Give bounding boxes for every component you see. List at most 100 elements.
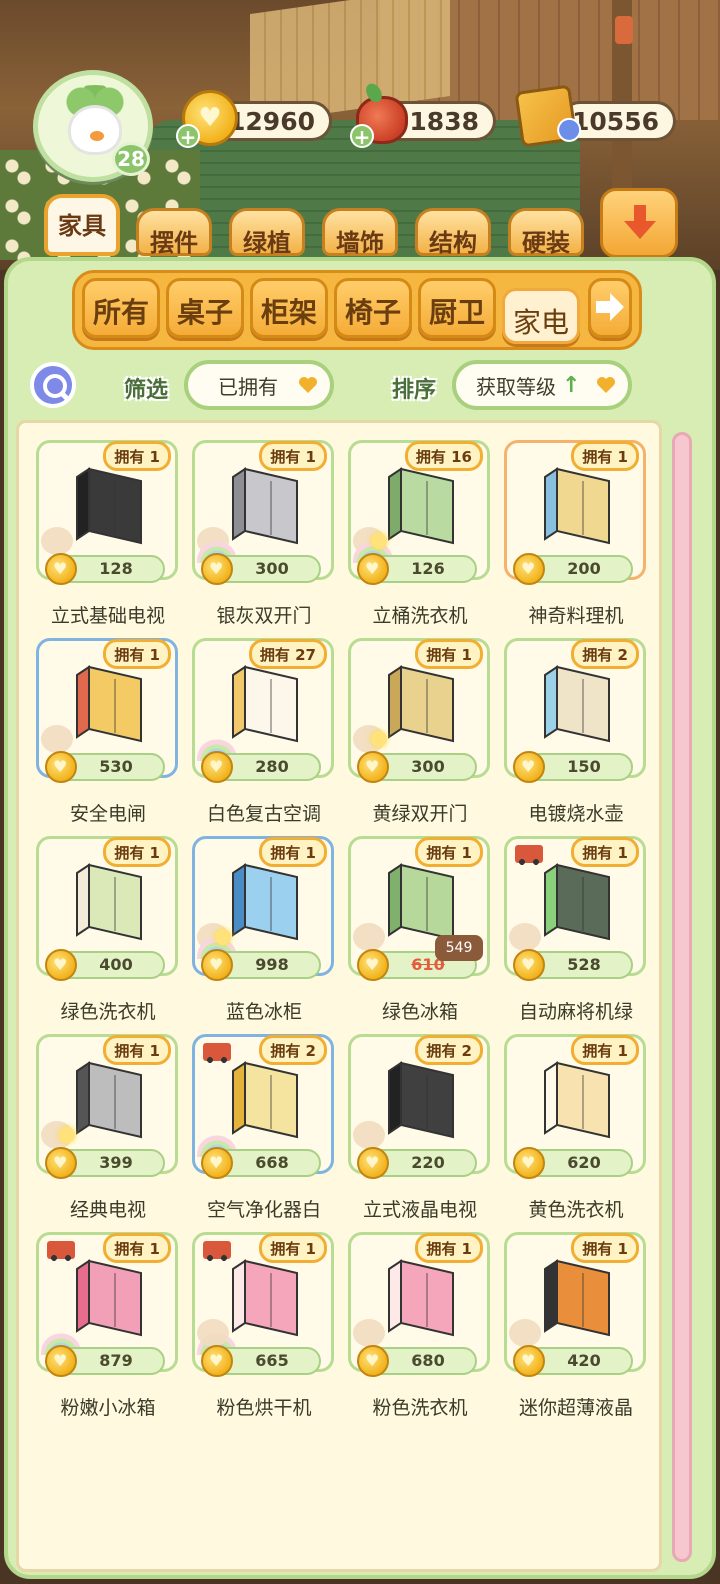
item-card[interactable]: 拥有 1 680 [348,1232,490,1377]
filter-label: 筛选 [124,378,169,403]
search-button[interactable] [30,362,76,408]
right-arrow-icon [596,293,624,321]
item-card[interactable]: 拥有 1 300 [192,440,334,585]
item-card[interactable]: 拥有 1 665 [192,1232,334,1377]
coin-icon [45,553,77,585]
tab-wall-decor[interactable]: 墙饰 [322,208,398,257]
item-name: 绿色洗衣机 [60,1001,156,1023]
price-pill: 665 [201,1345,321,1377]
item-card[interactable]: 拥有 16 126 [348,440,490,585]
item-price: 530 [99,757,133,776]
item-price: 150 [567,757,601,776]
subtab-appliances[interactable]: 家电 [502,288,580,344]
pet-icon [353,1319,385,1347]
price-pill: 528 [513,949,633,981]
owned-count-badge: 拥有 1 [103,1233,171,1263]
owned-count-badge: 拥有 1 [571,837,639,867]
item-thumbnail [76,863,142,941]
lightbulb-icon [215,929,231,945]
pet-icon [353,923,385,951]
subtab-shelves[interactable]: 柜架 [250,278,328,338]
owned-count-badge: 拥有 1 [415,837,483,867]
lightbulb-icon [59,1127,75,1143]
item-card[interactable]: 拥有 1610549 [348,836,490,981]
coin-icon [45,751,77,783]
item-card[interactable]: 拥有 1 300 [348,638,490,783]
subtab-kitchen-bath[interactable]: 厨卫 [418,278,496,338]
coin-icon [357,1147,389,1179]
price-pill: 128 [45,553,165,585]
item-thumbnail [232,1061,298,1139]
subtab-chairs[interactable]: 椅子 [334,278,412,338]
coin-icon [357,949,389,981]
tab-plants[interactable]: 绿植 [229,208,305,257]
item-thumbnail [388,1061,454,1139]
collapse-button[interactable] [600,188,678,258]
item-card[interactable]: 拥有 1 128 [36,440,178,585]
pet-icon [509,923,541,951]
price-pill: 620 [513,1147,633,1179]
owned-count-badge: 拥有 2 [415,1035,483,1065]
tomato-amount: 1838 [409,106,479,136]
coin-icon [513,751,545,783]
item-name: 黄色洗衣机 [528,1199,624,1221]
item-price: 128 [99,559,133,578]
item-price: 620 [567,1153,601,1172]
item-name: 立桶洗衣机 [372,605,468,627]
item-card[interactable]: 拥有 1 879 [36,1232,178,1377]
subtab-next-button[interactable] [588,278,632,338]
subtab-all[interactable]: 所有 [82,278,160,338]
price-pill: 150 [513,751,633,783]
item-thumbnail [544,863,610,941]
sort-label: 排序 [392,378,437,403]
item-thumbnail [544,1061,610,1139]
item-card[interactable]: 拥有 1 399 [36,1034,178,1179]
item-price: 668 [255,1153,289,1172]
sort-dropdown[interactable]: 获取等级 ↑ [452,360,632,410]
item-name: 白色复古空调 [206,803,321,825]
owned-count-badge: 拥有 1 [259,837,327,867]
item-card[interactable]: 拥有 2 150 [504,638,646,783]
down-arrow-icon [624,205,656,239]
item-name: 粉色洗衣机 [372,1397,468,1419]
price-pill: 420 [513,1345,633,1377]
coin-icon [513,553,545,585]
pet-icon [509,1319,541,1347]
heart-dropdown-icon [299,377,317,393]
sale-price-tag: 549 [435,935,483,961]
item-thumbnail [544,1259,610,1337]
owned-count-badge: 拥有 1 [259,441,327,471]
item-card[interactable]: 拥有 1 400 [36,836,178,981]
delivery-truck-icon [203,1241,231,1261]
item-card[interactable]: 拥有 1 200 [504,440,646,585]
tab-ornaments[interactable]: 摆件 [136,208,212,257]
add-tomato-button[interactable]: + [350,124,374,148]
item-card[interactable]: 拥有 27 280 [192,638,334,783]
price-pill: 300 [201,553,321,585]
coin-icon [513,1147,545,1179]
scrollbar[interactable] [672,432,692,1562]
item-card[interactable]: 拥有 1 528 [504,836,646,981]
item-card[interactable]: 拥有 1 420 [504,1232,646,1377]
item-card[interactable]: 拥有 1 530 [36,638,178,783]
subtab-tables[interactable]: 桌子 [166,278,244,338]
tab-furniture[interactable]: 家具 [44,194,120,256]
item-thumbnail [232,467,298,545]
item-price: 998 [255,955,289,974]
coin-icon [201,1147,233,1179]
item-card[interactable]: 拥有 2 220 [348,1034,490,1179]
filter-dropdown[interactable]: 已拥有 [184,360,334,410]
tab-hard-decor[interactable]: 硬装 [508,208,584,257]
add-coin-button[interactable]: + [176,124,200,148]
price-pill: 400 [45,949,165,981]
owned-count-badge: 拥有 1 [415,639,483,669]
item-price: 420 [567,1351,601,1370]
item-card[interactable]: 拥有 1 998 [192,836,334,981]
item-name: 粉色烘干机 [216,1397,312,1419]
item-card[interactable]: 拥有 2 668 [192,1034,334,1179]
tab-structure[interactable]: 结构 [415,208,491,257]
owned-count-badge: 拥有 2 [571,639,639,669]
owned-count-badge: 拥有 1 [571,1233,639,1263]
coin-icon [45,1147,77,1179]
item-card[interactable]: 拥有 1 620 [504,1034,646,1179]
